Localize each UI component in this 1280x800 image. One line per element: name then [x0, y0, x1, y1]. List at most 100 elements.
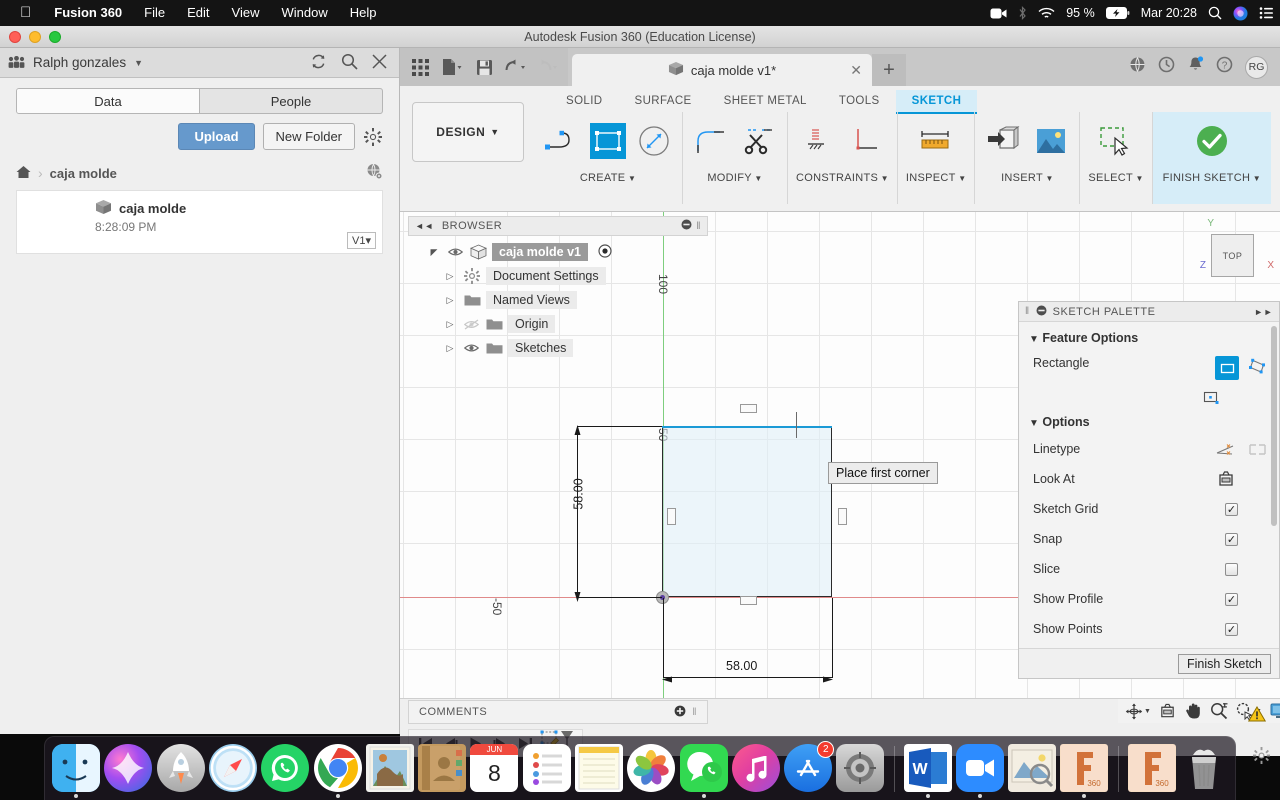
screen-record-icon[interactable] — [990, 7, 1007, 20]
line-icon[interactable] — [542, 121, 582, 161]
dock-item-fusion360-b[interactable]: 360 — [1127, 742, 1177, 798]
file-card[interactable]: caja molde 8:28:09 PM V1▾ — [16, 190, 383, 254]
close-window-button[interactable] — [9, 31, 21, 43]
display-settings-icon[interactable]: ▼ — [1267, 703, 1280, 719]
insert-group-label[interactable]: INSERT ▼ — [1001, 172, 1054, 184]
slice-checkbox[interactable] — [1225, 562, 1238, 576]
document-tab[interactable]: caja molde v1* ✕ — [572, 54, 872, 86]
mac-menu-window[interactable]: Window — [270, 0, 338, 26]
close-icon[interactable] — [372, 53, 387, 72]
visibility-hidden-eye-icon[interactable] — [463, 318, 480, 330]
expand-arrow-icon[interactable]: ▷ — [442, 295, 458, 306]
visibility-eye-icon[interactable] — [447, 247, 464, 257]
job-status-icon[interactable] — [1158, 56, 1175, 78]
minus-circle-icon[interactable] — [1036, 305, 1047, 319]
home-icon[interactable] — [16, 165, 31, 182]
expand-arrow-icon[interactable]: ▷ — [442, 271, 458, 282]
dock-item-zoom[interactable] — [955, 742, 1005, 798]
siri-icon[interactable] — [1233, 6, 1248, 21]
fillet-icon[interactable] — [691, 121, 731, 161]
dock-item-word[interactable]: W — [902, 742, 952, 798]
timeline-settings-gear-icon[interactable] — [1253, 747, 1270, 769]
dock-item-appstore[interactable]: 2 — [783, 741, 835, 798]
breadcrumb-current[interactable]: caja molde — [50, 166, 117, 181]
warning-triangle-icon[interactable] — [1247, 706, 1267, 727]
dock-item-whatsapp[interactable] — [260, 742, 310, 798]
dock-item-music[interactable] — [731, 742, 781, 798]
bluetooth-icon[interactable] — [1018, 6, 1027, 20]
horizontal-constraint-icon[interactable] — [740, 596, 757, 605]
dock-item-trash[interactable] — [1179, 742, 1229, 798]
add-comment-icon[interactable] — [674, 705, 686, 720]
construction-line-icon[interactable] — [1215, 439, 1235, 459]
dock-item-fusion360-a[interactable]: 360 — [1059, 742, 1109, 798]
browser-item-origin[interactable]: ▷ Origin — [408, 312, 708, 336]
notifications-bell-icon[interactable] — [1187, 56, 1204, 78]
look-at-icon[interactable] — [1216, 469, 1236, 489]
dock-item-siri[interactable] — [103, 742, 153, 798]
browser-item-caja-molde-v1[interactable]: ◤ caja molde v1 — [408, 240, 708, 264]
upload-button[interactable]: Upload — [178, 123, 255, 150]
spotlight-search-icon[interactable] — [1208, 6, 1222, 20]
expand-arrow-icon[interactable]: ◤ — [426, 247, 442, 258]
wifi-icon[interactable] — [1038, 7, 1055, 20]
finish-sketch-label[interactable]: FINISH SKETCH ▼ — [1163, 172, 1261, 184]
mac-menu-edit[interactable]: Edit — [176, 0, 220, 26]
perpendicular-constraint-icon[interactable] — [846, 121, 886, 161]
minus-circle-icon[interactable] — [681, 219, 692, 233]
close-icon[interactable]: ✕ — [850, 62, 862, 79]
help-icon[interactable]: ? — [1216, 56, 1233, 78]
data-panel-user-name[interactable]: Ralph gonzales — [33, 55, 126, 70]
rect-2point-icon[interactable] — [1215, 356, 1239, 380]
dimension-vertical-label[interactable]: 58.00 — [572, 478, 586, 509]
apple-icon[interactable]:  — [8, 0, 43, 26]
orbit-icon[interactable]: ▼ — [1122, 703, 1154, 720]
sketch-rectangle[interactable] — [662, 427, 832, 597]
new-tab-button[interactable]: + — [872, 54, 906, 86]
dock-item-finder[interactable] — [51, 742, 101, 798]
new-file-icon[interactable] — [436, 48, 468, 86]
palette-section-feature-options[interactable]: ▼ Feature Options — [1019, 322, 1279, 350]
refresh-icon[interactable] — [310, 53, 327, 73]
new-folder-button[interactable]: New Folder — [262, 123, 355, 150]
save-icon[interactable] — [468, 48, 500, 86]
maximize-window-button[interactable] — [49, 31, 61, 43]
browser-item-named-views[interactable]: ▷ Named Views — [408, 288, 708, 312]
centerline-icon[interactable] — [1247, 439, 1267, 459]
dock-item-mail[interactable] — [365, 742, 415, 798]
expand-arrow-icon[interactable]: ▷ — [442, 319, 458, 330]
constraints-group-label[interactable]: CONSTRAINTS ▼ — [796, 172, 889, 184]
insert-derive-icon[interactable] — [983, 121, 1023, 161]
show-points-checkbox[interactable]: ✓ — [1225, 622, 1238, 636]
select-window-icon[interactable] — [1096, 121, 1136, 161]
avatar[interactable]: RG — [1245, 55, 1268, 79]
rect-3point-icon[interactable] — [1247, 356, 1267, 376]
mac-menu-help[interactable]: Help — [339, 0, 388, 26]
app-grid-icon[interactable] — [404, 48, 436, 86]
tab-people[interactable]: People — [200, 89, 382, 113]
file-card-version[interactable]: V1▾ — [347, 232, 376, 249]
undo-icon[interactable] — [500, 48, 532, 86]
comments-bar[interactable]: COMMENTS ‖ — [408, 700, 708, 724]
dock-item-photos[interactable] — [626, 742, 676, 798]
measure-ruler-icon[interactable] — [916, 121, 956, 161]
insert-image-icon[interactable] — [1031, 121, 1071, 161]
dock-item-systempreferences[interactable] — [835, 742, 885, 798]
dock-item-reminders[interactable] — [522, 742, 572, 798]
dock-item-messages[interactable] — [678, 742, 728, 798]
mac-menu-view[interactable]: View — [221, 0, 271, 26]
browser-item-sketches[interactable]: ▷ Sketches — [408, 336, 708, 360]
view-cube[interactable]: TOP — [1211, 234, 1254, 277]
browser-item-document-settings[interactable]: ▷ Document Settings — [408, 264, 708, 288]
dock-item-launchpad[interactable] — [156, 742, 206, 798]
tab-data[interactable]: Data — [17, 89, 200, 113]
dock-item-contacts[interactable] — [417, 742, 467, 798]
collapse-left-icon[interactable]: ◄◄ — [415, 221, 434, 231]
visibility-eye-icon[interactable] — [463, 343, 480, 353]
redo-icon[interactable] — [532, 48, 564, 86]
select-group-label[interactable]: SELECT ▼ — [1088, 172, 1143, 184]
search-icon[interactable] — [341, 53, 358, 73]
rect-center-icon[interactable] — [1202, 388, 1222, 408]
look-at-icon[interactable] — [1156, 703, 1179, 720]
ribbon-group-finish-sketch[interactable]: FINISH SKETCH ▼ — [1152, 112, 1271, 204]
